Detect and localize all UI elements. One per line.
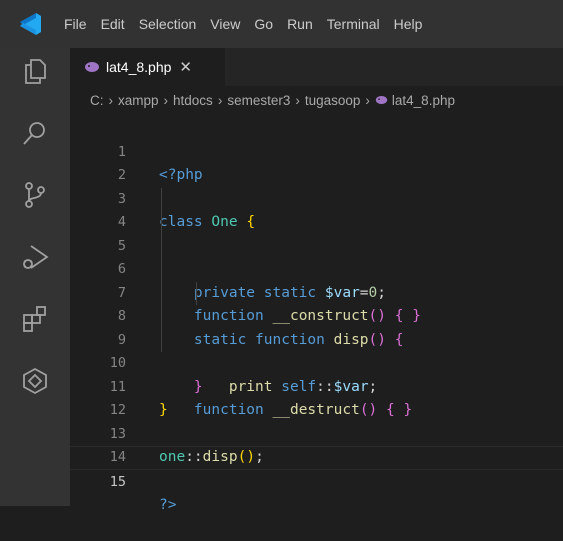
code-line: 11 } [70,352,563,419]
indent-guide [161,211,162,235]
vscode-logo-icon [16,10,44,38]
breadcrumb-file[interactable]: lat4_8.php [392,93,455,108]
breadcrumb-folder-xampp[interactable]: xampp [118,93,159,108]
chevron-right-icon: › [108,92,114,108]
php-elephant-icon [85,62,99,72]
code-line: 14 [70,423,563,465]
menu-run[interactable]: Run [287,16,313,32]
indent-guide [196,281,197,305]
code-line: 13 one::disp(); [70,399,563,466]
chevron-right-icon: › [163,92,169,108]
breadcrumb: C: › xampp › htdocs › semester3 › tugaso… [70,86,563,114]
code-line: 8 print self::$var; [70,281,563,395]
search-icon[interactable] [20,118,50,148]
activity-bar [0,48,70,506]
indent-guide [161,187,162,211]
breadcrumb-folder-htdocs[interactable]: htdocs [173,93,213,108]
menu-go[interactable]: Go [254,16,273,32]
chevron-right-icon: › [365,92,370,108]
menu-terminal[interactable]: Terminal [327,16,380,32]
code-editor[interactable]: 1 <?php 2 3 class One { 4 5 private stat… [70,117,563,513]
breadcrumb-folder-semester3[interactable]: semester3 [227,93,290,108]
indent-guide [161,281,162,305]
code-line: 5 private static $var=0; [70,211,563,301]
close-icon[interactable]: ✕ [179,58,192,76]
current-line: 15 ?> [70,446,563,513]
menu-file[interactable]: File [64,16,87,32]
code-line: 1 <?php [70,117,563,184]
code-line: 3 class One { [70,164,563,231]
breadcrumb-folder-tugasoop[interactable]: tugasoop [305,93,361,108]
remote-explorer-icon[interactable] [20,366,50,396]
php-close-tag: ?> [159,497,177,513]
menu-edit[interactable]: Edit [101,16,125,32]
tab-lat4-8-php[interactable]: lat4_8.php ✕ [70,48,225,86]
code-line: 7 static function disp() { [70,258,563,348]
tab-label: lat4_8.php [106,59,172,75]
indent-guide [161,305,162,329]
breadcrumb-drive[interactable]: C: [90,93,104,108]
extensions-icon[interactable] [20,304,50,334]
menu-selection[interactable]: Selection [139,16,197,32]
title-bar: File Edit Selection View Go Run Terminal… [0,0,563,48]
run-debug-icon[interactable] [20,242,50,272]
chevron-right-icon: › [295,92,300,108]
code-line: 4 [70,187,563,230]
line-number: 15 [109,473,126,490]
tab-bar: lat4_8.php ✕ [70,48,563,86]
code-line: 6 function __construct() { } [70,234,563,324]
indent-guide [161,258,162,282]
code-line: 2 [70,141,563,183]
explorer-icon[interactable] [20,56,50,86]
source-control-icon[interactable] [20,180,50,210]
php-elephant-icon [375,95,388,105]
menu-view[interactable]: View [210,16,240,32]
code-line: 12 [70,376,563,418]
menu-help[interactable]: Help [394,16,423,32]
code-line: 10 function __destruct() { } [70,328,563,418]
indent-guide [161,328,162,352]
chevron-right-icon: › [217,92,223,108]
indent-guide [161,234,162,258]
code-line: 9 } [70,305,563,395]
